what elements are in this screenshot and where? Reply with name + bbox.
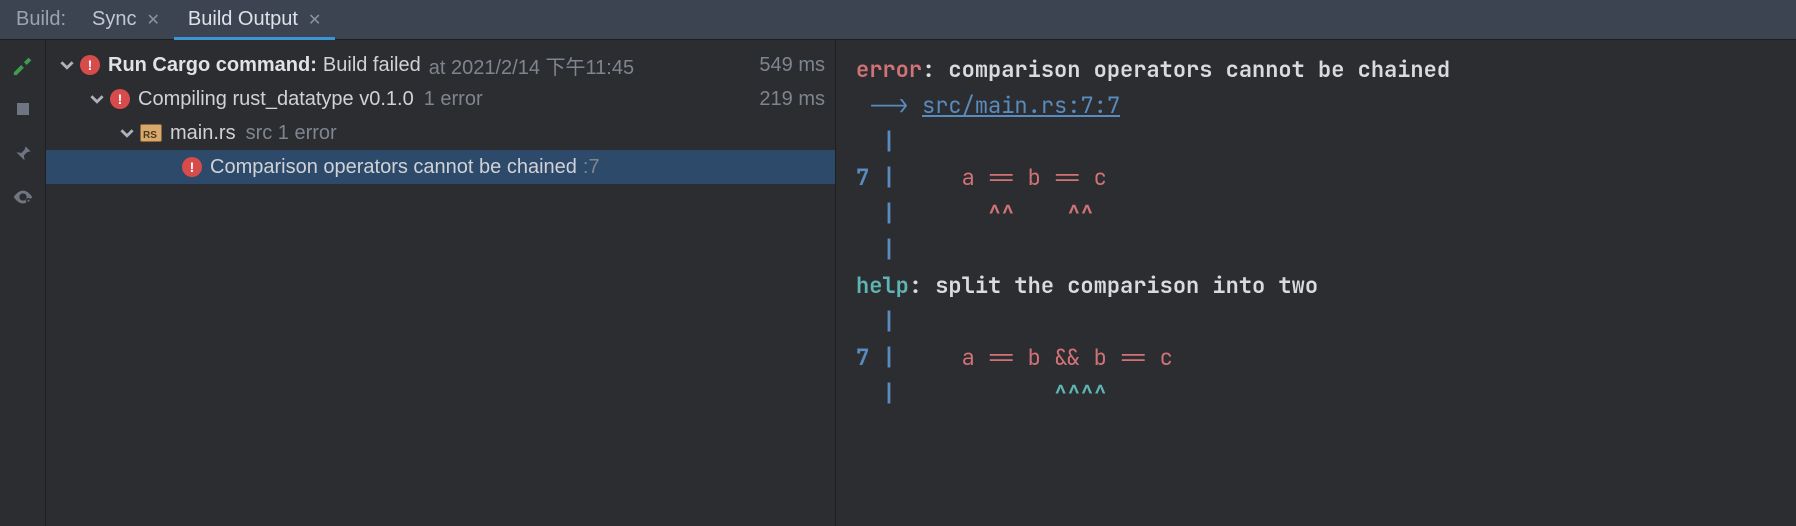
problem-message: Comparison operators cannot be chained xyxy=(210,156,577,179)
tab-sync[interactable]: Sync ✕ xyxy=(78,0,174,39)
tab-label: Sync xyxy=(92,8,136,31)
tree-file-row[interactable]: RS main.rs src 1 error xyxy=(46,116,835,150)
help-carets: ^^^^ xyxy=(909,379,1107,408)
fix-code-line: a == b && b == c xyxy=(909,343,1173,372)
build-tab-bar: Build: Sync ✕ Build Output ✕ xyxy=(0,0,1796,40)
tool-gutter xyxy=(0,40,46,526)
build-tree: ! Run Cargo command: Build failed at 202… xyxy=(46,40,836,526)
help-keyword: help xyxy=(856,271,909,300)
gutter-pipe: | xyxy=(882,343,895,372)
source-link[interactable]: src/main.rs:7:7 xyxy=(922,91,1120,120)
line-number: 7 xyxy=(856,163,869,192)
chevron-down-icon[interactable] xyxy=(58,56,76,74)
error-icon: ! xyxy=(110,89,130,109)
gutter-pipe: | xyxy=(882,379,895,408)
error-icon: ! xyxy=(80,55,100,75)
error-detail-pane: error: comparison operators cannot be ch… xyxy=(836,40,1796,526)
source-code-line: a == b == c xyxy=(909,163,1107,192)
rust-file-icon: RS xyxy=(140,124,162,142)
root-status: Build failed xyxy=(323,54,421,77)
stop-icon[interactable] xyxy=(12,98,34,120)
close-icon[interactable]: ✕ xyxy=(147,10,160,30)
compile-error-count: 1 error xyxy=(424,88,483,111)
gutter-pipe: | xyxy=(882,307,895,336)
file-meta: src 1 error xyxy=(246,122,337,145)
eye-icon[interactable] xyxy=(12,186,34,208)
panel-label: Build: xyxy=(0,8,78,31)
close-icon[interactable]: ✕ xyxy=(308,10,321,30)
error-message: : comparison operators cannot be chained xyxy=(922,55,1450,84)
gutter-pipe: | xyxy=(882,199,895,228)
pin-icon[interactable] xyxy=(12,142,34,164)
problem-location: :7 xyxy=(583,156,600,179)
root-duration: 549 ms xyxy=(747,54,825,77)
tab-build-output[interactable]: Build Output ✕ xyxy=(174,0,335,39)
arrow-indicator: --> xyxy=(856,91,922,120)
error-icon: ! xyxy=(182,157,202,177)
tree-problem-row[interactable]: ! Comparison operators cannot be chained… xyxy=(46,150,835,184)
gutter-pipe: | xyxy=(882,163,895,192)
tree-root-row[interactable]: ! Run Cargo command: Build failed at 202… xyxy=(46,48,835,82)
error-keyword: error xyxy=(856,55,922,84)
chevron-down-icon[interactable] xyxy=(118,124,136,142)
content-area: ! Run Cargo command: Build failed at 202… xyxy=(0,40,1796,526)
tree-compile-row[interactable]: ! Compiling rust_datatype v0.1.0 1 error… xyxy=(46,82,835,116)
compile-label: Compiling rust_datatype v0.1.0 xyxy=(138,88,414,111)
error-carets: ^^ ^^ xyxy=(909,199,1094,228)
tab-label: Build Output xyxy=(188,8,298,31)
line-number: 7 xyxy=(856,343,869,372)
file-name: main.rs xyxy=(170,122,236,145)
root-timestamp: at 2021/2/14 下午11:45 xyxy=(429,51,634,80)
compile-duration: 219 ms xyxy=(747,88,825,111)
hammer-icon[interactable] xyxy=(12,54,34,76)
chevron-down-icon[interactable] xyxy=(88,90,106,108)
root-title: Run Cargo command: xyxy=(108,54,317,77)
gutter-pipe: | xyxy=(882,235,895,264)
gutter-pipe: | xyxy=(882,127,895,156)
help-message: : split the comparison into two xyxy=(909,271,1318,300)
